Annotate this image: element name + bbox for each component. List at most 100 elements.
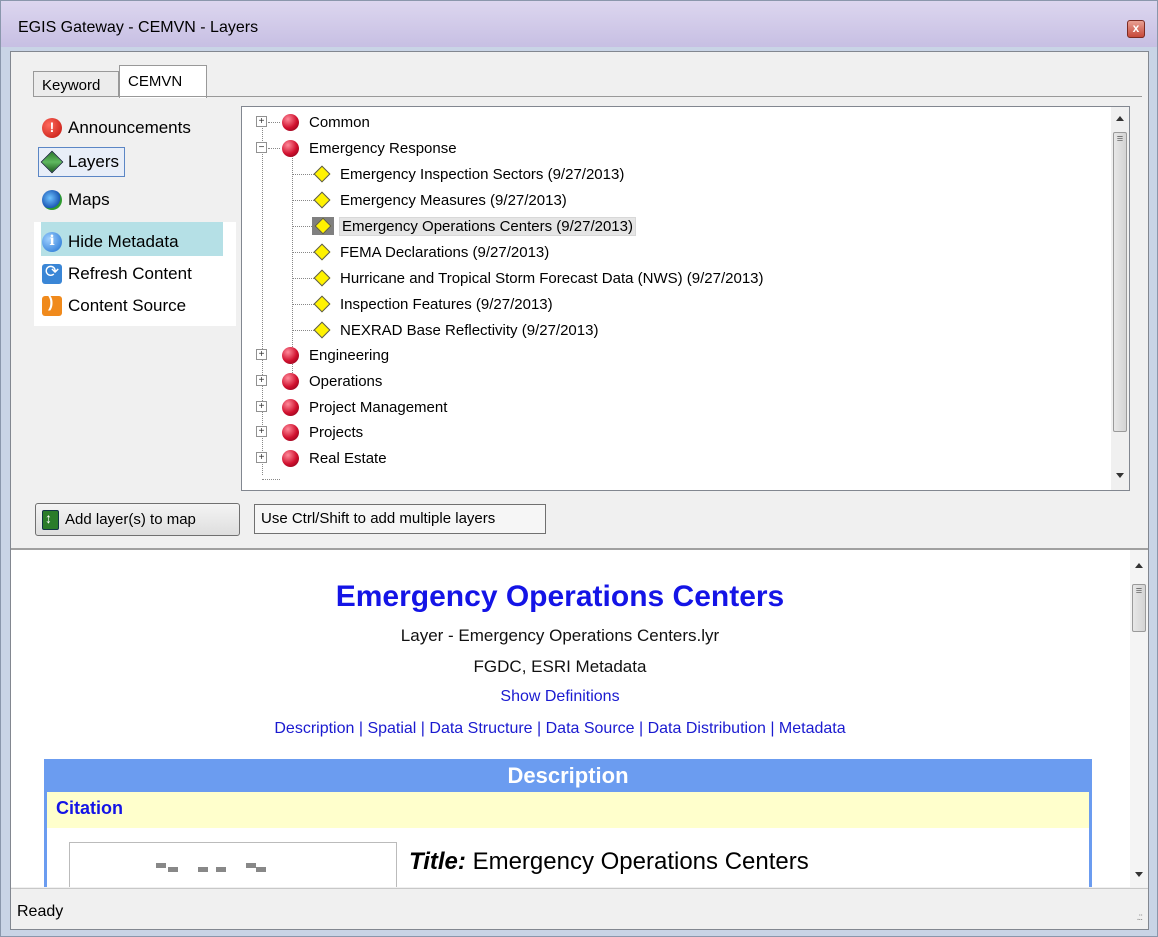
layer-browser-panel: Keyword CEMVN Announcements Layers Maps	[11, 52, 1148, 540]
nav-link-data-source[interactable]: Data Source	[546, 720, 635, 737]
tree-layer-item[interactable]: Hurricane and Tropical Storm Forecast Da…	[292, 266, 764, 290]
title-bar[interactable]: EGIS Gateway - CEMVN - Layers x	[1, 1, 1157, 47]
client-area: Keyword CEMVN Announcements Layers Maps	[10, 51, 1149, 930]
sidebar-item-announcements[interactable]: Announcements	[42, 115, 191, 141]
tree-group-label: Engineering	[309, 346, 390, 364]
group-ball-icon	[282, 372, 299, 390]
tree-connector	[262, 479, 280, 480]
scroll-thumb[interactable]	[1132, 584, 1146, 632]
metadata-layer-line: Layer - Emergency Operations Centers.lyr	[400, 626, 720, 645]
citation-subheader: Citation	[44, 792, 1092, 828]
metadata-scrollbar[interactable]	[1130, 550, 1148, 887]
tree-layer-item[interactable]: Emergency Measures (9/27/2013)	[292, 188, 567, 212]
tab-keyword[interactable]: Keyword	[33, 71, 119, 97]
nav-separator: |	[634, 720, 648, 737]
scroll-down-arrow-icon[interactable]	[1135, 872, 1143, 877]
add-layers-button[interactable]: Add layer(s) to map	[35, 503, 240, 536]
tree-layer-label: Inspection Features (9/27/2013)	[340, 295, 553, 313]
nav-link-spatial[interactable]: Spatial	[367, 720, 416, 737]
nav-link-metadata[interactable]: Metadata	[779, 720, 846, 737]
tree-scrollbar[interactable]	[1111, 107, 1129, 490]
tree-group-engineering[interactable]: + Engineering	[256, 343, 389, 367]
resize-grip-icon[interactable]: .::	[1137, 912, 1143, 923]
tree-group-emergency-response[interactable]: − Emergency Response	[256, 136, 457, 160]
refresh-content-button[interactable]: Refresh Content	[42, 261, 192, 287]
tree-group-label: Emergency Response	[309, 139, 457, 157]
tree-layer-item[interactable]: NEXRAD Base Reflectivity (9/27/2013)	[292, 318, 598, 342]
close-button[interactable]: x	[1127, 20, 1145, 38]
layer-diamond-icon	[313, 191, 331, 209]
group-ball-icon	[282, 346, 299, 364]
scroll-up-arrow-icon[interactable]	[1135, 563, 1143, 568]
citation-body: Title: Emergency Operations Centers	[44, 828, 1092, 887]
expand-icon[interactable]: +	[256, 401, 267, 412]
refresh-icon	[42, 262, 62, 284]
scroll-down-arrow-icon[interactable]	[1116, 473, 1124, 478]
hide-metadata-button[interactable]: Hide Metadata	[42, 229, 179, 255]
tree-layer-label: FEMA Declarations (9/27/2013)	[340, 243, 550, 261]
selected-layer-icon-frame	[312, 217, 334, 235]
scroll-thumb[interactable]	[1113, 132, 1127, 432]
collapse-icon[interactable]: −	[256, 142, 267, 153]
nav-link-data-structure[interactable]: Data Structure	[429, 720, 532, 737]
metadata-title: Emergency Operations Centers	[335, 580, 785, 613]
expand-icon[interactable]: +	[256, 375, 267, 386]
sidebar-item-layers[interactable]: Layers	[38, 147, 126, 177]
action-label: Refresh Content	[68, 264, 192, 283]
layer-diamond-icon	[313, 321, 331, 339]
metadata-format-line: FGDC, ESRI Metadata	[473, 657, 647, 676]
sidebar-item-label: Layers	[68, 152, 120, 171]
show-definitions-link[interactable]: Show Definitions	[500, 688, 619, 705]
action-label: Content Source	[68, 296, 187, 315]
nav-separator: |	[532, 720, 546, 737]
tab-cemvn[interactable]: CEMVN	[119, 65, 207, 98]
tree-group-label: Projects	[309, 423, 364, 441]
tree-layer-item-selected[interactable]: Emergency Operations Centers (9/27/2013)	[292, 214, 636, 238]
expand-icon[interactable]: +	[256, 426, 267, 437]
title-field-value: Emergency Operations Centers	[472, 848, 809, 875]
nav-separator: |	[354, 720, 368, 737]
sidebar-item-label: Maps	[68, 190, 110, 209]
action-label: Hide Metadata	[68, 232, 179, 251]
layers-selected-frame: Layers	[38, 147, 126, 177]
group-ball-icon	[282, 398, 299, 416]
nav-separator: |	[416, 720, 430, 737]
layer-diamond-icon	[313, 269, 331, 287]
metadata-nav: Description | Spatial | Data Structure |…	[11, 720, 1109, 738]
nav-link-data-distribution[interactable]: Data Distribution	[648, 720, 766, 737]
tree-group-label: Operations	[309, 372, 383, 390]
tree-group-project-management[interactable]: + Project Management	[256, 395, 447, 419]
tree-group-real-estate[interactable]: + Real Estate	[256, 446, 387, 470]
layer-tree[interactable]: + Common − Emergency Response Emergency …	[241, 106, 1130, 491]
tree-group-operations[interactable]: + Operations	[256, 369, 382, 393]
title-field-label: Title:	[409, 848, 466, 875]
citation-title-field: Title: Emergency Operations Centers	[409, 848, 809, 876]
tree-group-label: Real Estate	[309, 449, 387, 467]
tree-layer-label: Emergency Measures (9/27/2013)	[340, 191, 567, 209]
tree-group-projects[interactable]: + Projects	[256, 420, 363, 444]
group-ball-icon	[282, 139, 299, 157]
description-section-header: Description	[44, 759, 1092, 792]
tab-divider	[33, 96, 1142, 97]
tree-layer-label: NEXRAD Base Reflectivity (9/27/2013)	[340, 321, 599, 339]
multi-select-hint: Use Ctrl/Shift to add multiple layers	[254, 504, 546, 534]
tree-layer-label: Emergency Inspection Sectors (9/27/2013)	[340, 165, 625, 183]
tree-layer-item[interactable]: Inspection Features (9/27/2013)	[292, 292, 553, 316]
rss-icon	[42, 294, 62, 316]
info-icon	[42, 232, 62, 252]
expand-icon[interactable]: +	[256, 116, 267, 127]
tree-layer-item[interactable]: Emergency Inspection Sectors (9/27/2013)	[292, 162, 624, 186]
tree-group-common[interactable]: + Common	[256, 110, 370, 134]
group-ball-icon	[282, 113, 299, 131]
content-source-button[interactable]: Content Source	[42, 293, 186, 319]
layer-diamond-icon	[313, 295, 331, 313]
globe-icon	[42, 190, 62, 210]
tree-layer-item[interactable]: FEMA Declarations (9/27/2013)	[292, 240, 549, 264]
layer-diamond-icon	[313, 243, 331, 261]
tree-group-label: Project Management	[309, 398, 448, 416]
expand-icon[interactable]: +	[256, 349, 267, 360]
nav-link-description[interactable]: Description	[274, 720, 354, 737]
sidebar-item-maps[interactable]: Maps	[42, 187, 110, 213]
expand-icon[interactable]: +	[256, 452, 267, 463]
scroll-up-arrow-icon[interactable]	[1116, 116, 1124, 121]
